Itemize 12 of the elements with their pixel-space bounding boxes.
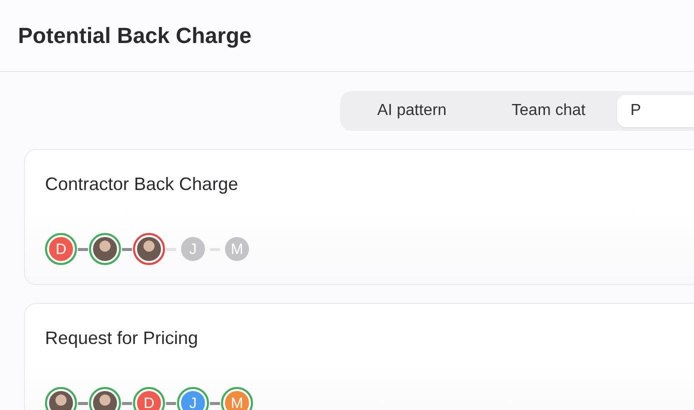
avatar: D <box>45 233 77 265</box>
tab[interactable]: Team chat <box>480 95 618 127</box>
workflow-card[interactable]: Contractor Back Charge D J M <box>24 149 694 285</box>
avatar: J <box>177 387 209 410</box>
avatar: M <box>221 387 253 410</box>
page-title: Potential Back Charge <box>18 22 252 48</box>
tab[interactable]: P <box>617 95 694 127</box>
card-title: Contractor Back Charge <box>45 174 240 195</box>
card-title: Request for Pricing <box>45 328 200 349</box>
avatar: D <box>133 387 165 410</box>
workflow-card[interactable]: Request for Pricing D J M <box>24 303 694 410</box>
tab[interactable]: AI pattern <box>344 95 480 127</box>
